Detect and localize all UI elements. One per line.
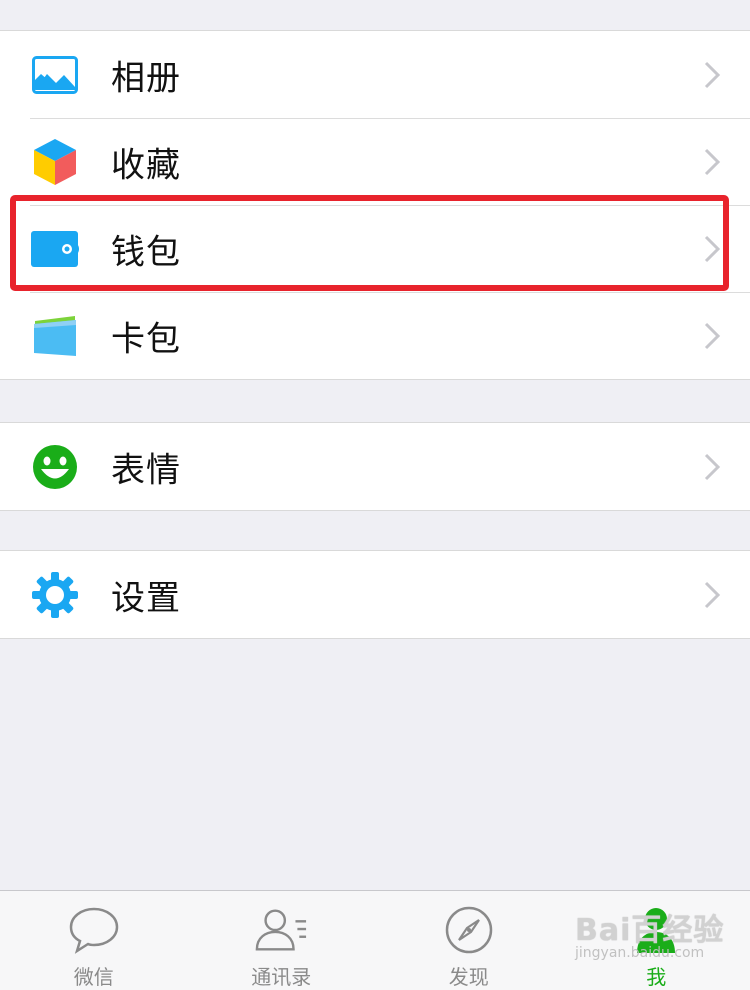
menu-item-label: 相册: [111, 58, 181, 98]
wallet-icon: [30, 224, 80, 274]
chat-bubble-icon: [67, 905, 121, 955]
menu-item-favorites[interactable]: 收藏: [0, 118, 750, 205]
tab-label: 通讯录: [251, 965, 312, 989]
menu-item-wallet[interactable]: 钱包: [0, 205, 750, 292]
stickers-group: 表情: [0, 422, 750, 511]
tab-me[interactable]: 我: [563, 891, 750, 990]
menu-item-label: 收藏: [111, 145, 181, 185]
chevron-right-icon: [704, 235, 721, 262]
tab-contacts[interactable]: 通讯录: [188, 891, 376, 990]
contacts-icon: [254, 905, 308, 955]
menu-item-label: 卡包: [111, 319, 181, 359]
chevron-right-icon: [704, 61, 721, 88]
settings-group: 设置: [0, 550, 750, 639]
menu-item-stickers[interactable]: 表情: [0, 423, 750, 510]
favorites-cube-icon: [30, 137, 80, 187]
photo-album-icon: [30, 50, 80, 100]
tab-label: 微信: [73, 965, 114, 989]
smiley-icon: [30, 442, 80, 492]
compass-icon: [442, 905, 496, 955]
card-wallet-icon: [30, 311, 80, 361]
me-person-icon: [629, 905, 683, 955]
menu-item-album[interactable]: 相册: [0, 31, 750, 118]
chevron-right-icon: [704, 322, 721, 349]
me-page: 相册 收藏 钱包 卡包 表情 设置 微信 通讯录 发现 我 Bai百经验 jin…: [0, 0, 750, 990]
tab-chats[interactable]: 微信: [0, 891, 188, 990]
gear-icon: [30, 570, 80, 620]
chevron-right-icon: [704, 453, 721, 480]
menu-item-label: 设置: [111, 578, 181, 618]
menu-item-card-wallet[interactable]: 卡包: [0, 292, 750, 379]
menu-item-settings[interactable]: 设置: [0, 551, 750, 638]
menu-item-label: 表情: [111, 450, 181, 490]
tab-label: 发现: [448, 965, 489, 989]
tab-label: 我: [646, 965, 667, 989]
services-group: 相册 收藏 钱包 卡包: [0, 30, 750, 380]
chevron-right-icon: [704, 148, 721, 175]
bottom-tab-bar: 微信 通讯录 发现 我: [0, 890, 750, 990]
chevron-right-icon: [704, 581, 721, 608]
menu-item-label: 钱包: [111, 232, 181, 272]
tab-discover[interactable]: 发现: [375, 891, 563, 990]
